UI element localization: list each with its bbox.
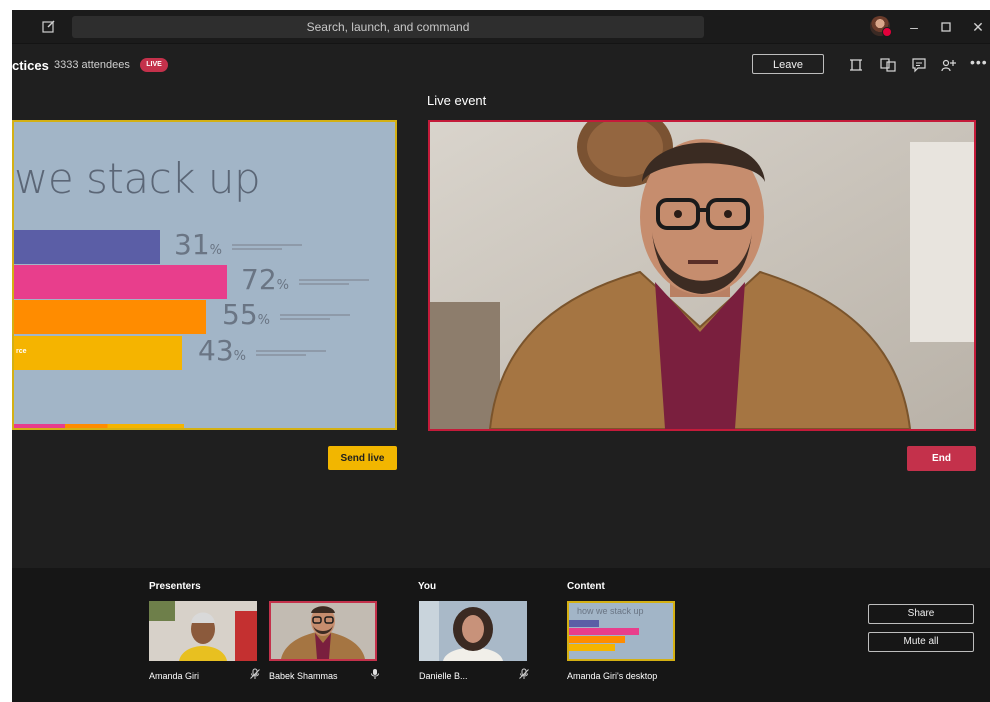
mic-icon[interactable]	[369, 668, 381, 680]
presenter-thumbnail-amanda[interactable]	[149, 601, 257, 661]
you-name: Danielle B...	[419, 671, 468, 681]
slide-bar-caption	[232, 244, 302, 250]
live-event-label: Live event	[427, 93, 487, 108]
presenter-name-amanda: Amanda Giri	[149, 671, 200, 681]
slide-bar-label: rce	[16, 348, 27, 355]
mic-off-icon[interactable]	[518, 668, 530, 680]
slide-bar	[14, 265, 227, 299]
slide-bar-percent: 55%	[222, 298, 270, 331]
compose-icon[interactable]	[42, 19, 56, 33]
title-bar: Search, launch, and command – ✕	[12, 10, 990, 44]
slide-bar-percent: 43%	[198, 334, 246, 367]
teams-live-event-window: Search, launch, and command – ✕ ctices 3…	[12, 10, 990, 702]
queue-slide-preview[interactable]: we stack up 31% 72% 55% rce 43%	[12, 120, 397, 430]
leave-button[interactable]: Leave	[752, 54, 824, 74]
content-thumbnail-desktop[interactable]: how we stack up	[567, 601, 675, 661]
presenter-video-image	[430, 122, 974, 429]
content-preview-bar	[569, 636, 625, 643]
maximize-icon[interactable]	[934, 16, 958, 38]
add-people-icon[interactable]	[940, 56, 958, 74]
slide-bar-caption	[280, 314, 350, 320]
minimize-icon[interactable]: –	[902, 16, 926, 38]
slide-footer-strip	[14, 424, 184, 428]
you-thumbnail[interactable]	[419, 601, 527, 661]
content-preview-title: how we stack up	[577, 606, 644, 616]
content-preview-bar	[569, 620, 599, 627]
close-icon[interactable]: ✕	[966, 16, 990, 38]
slide-bar-percent: 31%	[174, 228, 222, 261]
status-busy-icon	[882, 27, 892, 37]
page-title: ctices	[12, 58, 49, 73]
attendee-count: 3333 attendees	[54, 59, 130, 71]
avatar[interactable]	[870, 16, 892, 37]
mute-all-button[interactable]: Mute all	[868, 632, 974, 652]
end-event-button[interactable]: End	[907, 446, 976, 471]
live-badge: LIVE	[140, 58, 168, 72]
slide-bar-caption	[299, 279, 369, 285]
chat-icon[interactable]	[910, 56, 928, 74]
presenter-name-babek: Babek Shammas	[269, 671, 338, 681]
more-options-icon[interactable]: •••	[970, 54, 988, 70]
layout-icon[interactable]	[847, 56, 865, 74]
live-video	[428, 120, 976, 431]
share-button[interactable]: Share	[868, 604, 974, 624]
presenters-heading: Presenters	[149, 581, 201, 592]
slide-bar	[14, 300, 206, 334]
slide-bar-caption	[256, 350, 326, 356]
content-preview-bar	[569, 628, 639, 635]
presenter-thumbnail-babek[interactable]	[269, 601, 377, 661]
source-tray: Presenters You Content Amanda Giri Babek…	[12, 568, 990, 702]
slide-bar: rce	[14, 336, 182, 370]
search-input[interactable]: Search, launch, and command	[72, 16, 704, 38]
qna-icon[interactable]	[879, 56, 897, 74]
mic-off-icon[interactable]	[249, 668, 261, 680]
content-preview-bar	[569, 644, 615, 651]
content-name: Amanda Giri's desktop	[567, 671, 658, 681]
content-heading: Content	[567, 581, 605, 592]
slide-bar-percent: 72%	[241, 263, 289, 296]
you-heading: You	[418, 581, 437, 592]
send-live-button[interactable]: Send live	[328, 446, 397, 470]
slide-bar	[14, 230, 160, 264]
slide-title: we stack up	[14, 154, 261, 203]
